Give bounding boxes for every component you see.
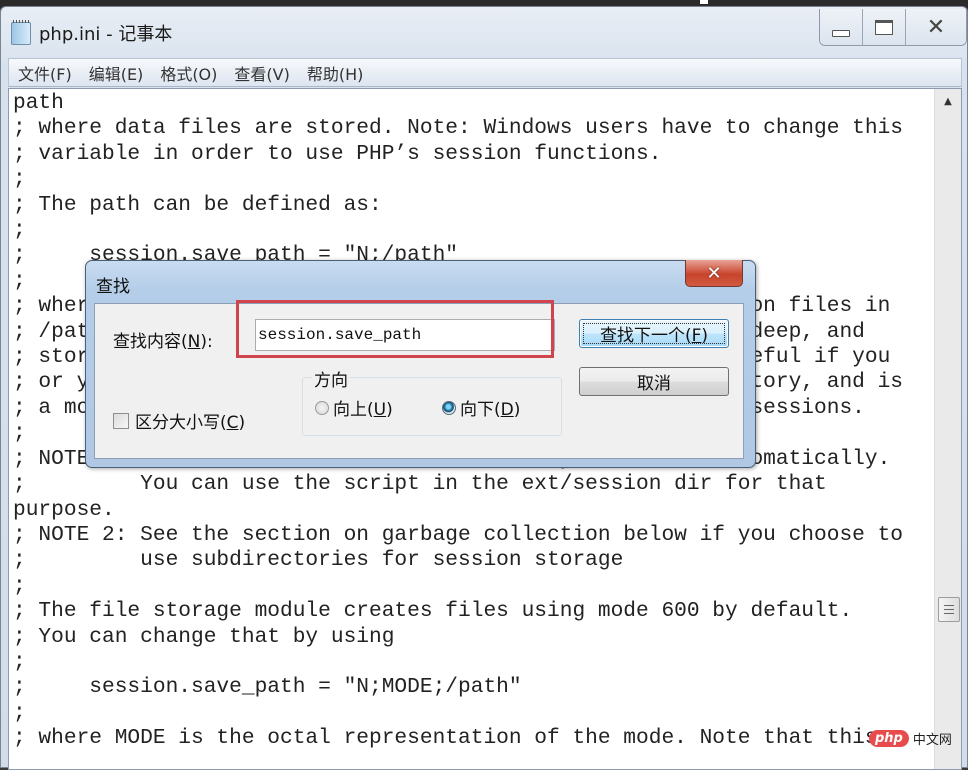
direction-group: 方向 向上(U) 向下(D): [302, 366, 562, 436]
checkbox-icon: [113, 412, 129, 429]
scroll-up-button[interactable]: ▲: [935, 89, 961, 113]
direction-legend: 方向: [312, 366, 350, 391]
find-what-label: 查找内容(N):: [113, 332, 213, 352]
dialog-close-button[interactable]: ✕: [685, 260, 743, 287]
notepad-icon: [11, 20, 31, 45]
minimize-icon: [832, 29, 850, 37]
scroll-thumb[interactable]: [938, 597, 960, 622]
find-next-button[interactable]: 查找下一个(F): [579, 319, 729, 348]
title-bar[interactable]: php.ini - 记事本 ✕: [1, 7, 967, 55]
desktop-top-marker: [700, 0, 708, 4]
find-next-label: 查找下一个(F): [599, 326, 709, 346]
maximize-button[interactable]: [863, 9, 906, 45]
find-dialog: 查找 ✕ 查找内容(N): 查找下一个(F) 取消 方向 向上(U) 向下(D)…: [85, 260, 756, 468]
highlight-box: [236, 300, 554, 358]
caption-buttons: ✕: [819, 9, 967, 46]
close-icon: ✕: [706, 262, 722, 284]
close-icon: ✕: [926, 14, 946, 40]
match-case-checkbox[interactable]: 区分大小写(C): [113, 408, 245, 433]
direction-up-label: 向上(U): [333, 400, 393, 420]
menu-bar: 文件(F) 编辑(E) 格式(O) 查看(V) 帮助(H): [8, 58, 962, 87]
dialog-title: 查找: [96, 277, 130, 297]
menu-format[interactable]: 格式(O): [151, 61, 225, 85]
menu-view[interactable]: 查看(V): [225, 61, 297, 85]
radio-unchecked-icon: [315, 400, 329, 415]
watermark-brand: php: [869, 730, 909, 747]
radio-checked-icon: [442, 400, 456, 415]
watermark-suffix: 中文网: [912, 733, 952, 748]
direction-down-label: 向下(D): [460, 400, 521, 420]
match-case-label: 区分大小写(C): [135, 413, 246, 433]
cancel-button[interactable]: 取消: [579, 367, 729, 396]
direction-down-radio[interactable]: 向下(D): [442, 395, 520, 420]
maximize-icon: [875, 19, 893, 35]
menu-edit[interactable]: 编辑(E): [80, 61, 152, 85]
vertical-scrollbar[interactable]: ▲: [934, 89, 961, 769]
direction-up-radio[interactable]: 向上(U): [315, 395, 393, 420]
scroll-up-arrow-icon: ▲: [944, 95, 952, 107]
window-title: php.ini - 记事本: [39, 24, 173, 45]
menu-help[interactable]: 帮助(H): [298, 61, 372, 85]
menu-file[interactable]: 文件(F): [9, 61, 80, 85]
close-button[interactable]: ✕: [906, 9, 966, 45]
dialog-body: 查找内容(N): 查找下一个(F) 取消 方向 向上(U) 向下(D) 区分大小…: [94, 300, 744, 459]
grip-icon: [944, 605, 954, 614]
minimize-button[interactable]: [820, 9, 863, 45]
watermark: php 中文网: [869, 729, 952, 748]
